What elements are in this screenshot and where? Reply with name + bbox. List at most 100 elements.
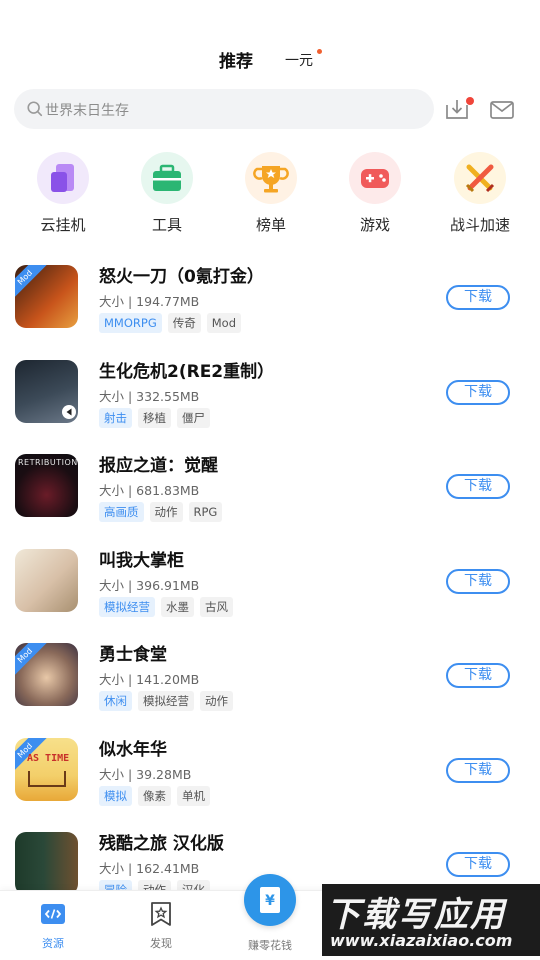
top-tabs: 推荐 一元 [0,44,540,74]
app-tag: Mod [206,313,241,333]
tab-notification-dot [317,49,322,54]
toolbox-icon [141,152,193,204]
nav-discover[interactable]: 发现 [126,901,196,951]
app-thumbnail-banner: AS TIME [27,753,70,764]
app-title: 生化危机2(RE2重制） [99,362,275,382]
tab-recommend[interactable]: 推荐 [219,47,253,72]
app-tags: 模拟经营 水墨 古风 [99,596,239,617]
app-tag: 像素 [138,786,171,806]
app-tag: 射击 [99,408,132,428]
list-item[interactable]: 生化危机2(RE2重制） 大小 | 332.55MB 射击 移植 僵尸 下载 [0,349,540,444]
app-tags: 休闲 模拟经营 动作 [99,690,239,711]
category-label: 工具 [151,216,182,234]
mod-badge: Mod [15,643,47,678]
app-tag: 单机 [177,786,210,806]
watermark-title: 下载写应用 [326,895,506,935]
app-size: 大小 | 396.91MB [99,578,200,593]
star-bookmark-icon [148,901,174,927]
code-icon [40,901,66,927]
app-thumbnail-banner: RETRIBUTION [18,458,78,467]
category-games[interactable]: 游戏 [335,152,415,235]
app-size: 大小 | 681.83MB [99,483,200,498]
app-tag: 僵尸 [177,408,210,428]
nav-earn-money[interactable]: 赚零花钱 [235,937,305,953]
download-button[interactable]: 下载 [446,663,510,688]
category-tools[interactable]: 工具 [127,152,207,235]
download-button[interactable]: 下载 [446,852,510,877]
app-tag: MMORPG [99,313,162,333]
app-size: 大小 | 162.41MB [99,861,200,876]
mail-icon[interactable] [489,100,515,120]
app-thumbnail: Mod [15,265,78,328]
app-title: 报应之道：觉醒 [99,456,218,476]
phone-icon [37,152,89,204]
app-tags: 高画质 动作 RPG [99,501,228,522]
app-thumbnail: Mod AS TIME [15,738,78,801]
tab-one-yuan[interactable]: 一元 [285,50,313,70]
download-button[interactable]: 下载 [446,474,510,499]
app-tags: MMORPG 传奇 Mod [99,312,247,333]
app-size: 大小 | 332.55MB [99,389,200,404]
category-label: 战斗加速 [449,216,510,234]
app-size: 大小 | 39.28MB [99,767,192,782]
app-tag: 水墨 [161,597,194,617]
watermark-url: www.xiazaixiao.com [330,931,513,950]
category-cloud-hosting[interactable]: 云挂机 [23,152,103,235]
app-tag: 动作 [200,691,233,711]
list-item[interactable]: 叫我大掌柜 大小 | 396.91MB 模拟经营 水墨 古风 下载 [0,538,540,633]
pixel-frame [28,771,66,787]
app-thumbnail [15,360,78,423]
app-thumbnail: Mod [15,643,78,706]
app-title: 残酷之旅 汉化版 [99,834,224,854]
app-tag: 模拟经营 [138,691,194,711]
app-tag: 传奇 [167,313,201,333]
app-tag: 古风 [200,597,233,617]
nav-label: 资源 [42,937,64,950]
app-tags: 射击 移植 僵尸 [99,407,216,428]
mod-badge: Mod [15,265,47,300]
app-thumbnail [15,549,78,612]
list-item[interactable]: Mod AS TIME 似水年华 大小 | 39.28MB 模拟 像素 单机 下载 [0,727,540,822]
nav-resources[interactable]: 资源 [18,901,88,951]
app-tag: 模拟经营 [99,597,155,617]
search-icon [27,101,43,117]
download-badge-dot [466,97,474,105]
trophy-icon [245,152,297,204]
download-button[interactable]: 下载 [446,758,510,783]
app-title: 叫我大掌柜 [99,551,184,571]
app-tag: 模拟 [99,786,132,806]
list-item[interactable]: Mod 怒火一刀（0氪打金） 大小 | 194.77MB MMORPG 传奇 Mod… [0,254,540,349]
category-label: 游戏 [359,216,390,234]
app-tag: 动作 [149,502,183,522]
app-thumbnail [15,832,78,895]
list-item[interactable]: Mod 勇士食堂 大小 | 141.20MB 休闲 模拟经营 动作 下载 [0,632,540,727]
app-tag: 休闲 [99,691,132,711]
category-label: 榜单 [255,216,286,234]
money-icon[interactable]: ¥ [244,874,296,926]
app-title: 怒火一刀（0氪打金） [99,267,264,287]
app-size: 大小 | 194.77MB [99,294,200,309]
watermark: 下载写应用 www.xiazaixiao.com [322,884,540,956]
app-size: 大小 | 141.20MB [99,672,200,687]
swords-icon [454,152,506,204]
category-rankings[interactable]: 榜单 [231,152,311,235]
app-title: 勇士食堂 [99,645,167,665]
download-button[interactable]: 下载 [446,380,510,405]
category-battle-boost[interactable]: 战斗加速 [440,152,520,235]
download-button[interactable]: 下载 [446,285,510,310]
gamepad-icon [349,152,401,204]
search-placeholder: 世界末日生存 [45,103,129,119]
nav-label: 赚零花钱 [248,939,292,952]
play-corner-icon [62,405,76,419]
nav-label: 发现 [150,937,172,950]
category-label: 云挂机 [40,216,86,234]
download-button[interactable]: 下载 [446,569,510,594]
search-input[interactable]: 世界末日生存 [14,89,434,129]
app-tag: RPG [188,502,223,522]
list-item[interactable]: RETRIBUTION 报应之道：觉醒 大小 | 681.83MB 高画质 动作 R… [0,443,540,538]
app-thumbnail: RETRIBUTION [15,454,78,517]
category-row: 云挂机 工具 榜单 游戏 战斗加速 [0,152,540,238]
app-tag: 移植 [138,408,171,428]
svg-text:¥: ¥ [265,893,275,909]
app-title: 似水年华 [99,740,167,760]
